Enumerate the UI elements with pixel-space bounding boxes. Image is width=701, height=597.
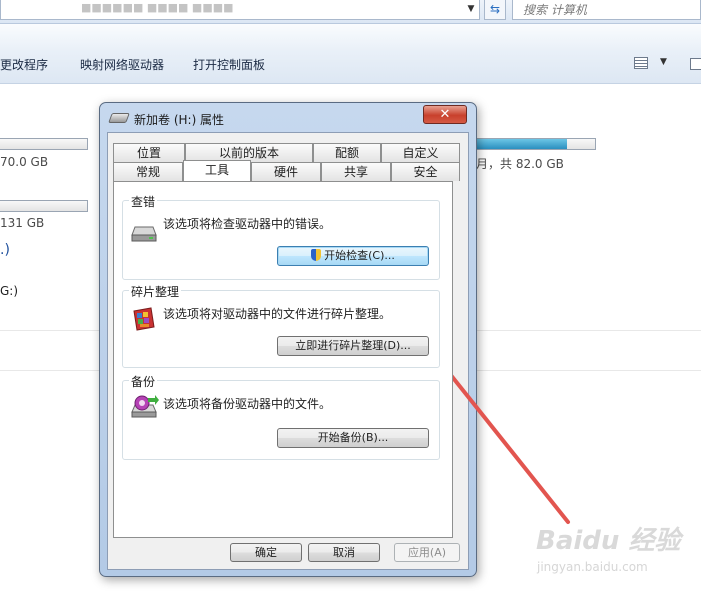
drive-size-text: 70.0 GB xyxy=(0,155,49,169)
view-options-icon[interactable] xyxy=(634,57,648,69)
tab-hardware[interactable]: 硬件 xyxy=(251,162,321,181)
tab-location[interactable]: 位置 xyxy=(113,143,185,162)
tab-quota[interactable]: 配额 xyxy=(313,143,381,162)
tab-security[interactable]: 安全 xyxy=(391,162,460,181)
group-description: 该选项将检查驱动器中的错误。 xyxy=(163,217,332,231)
cancel-button[interactable]: 取消 xyxy=(308,543,380,562)
tab-sharing[interactable]: 共享 xyxy=(321,162,391,181)
search-input[interactable]: 搜索 计算机 xyxy=(512,0,701,20)
drive-g-label[interactable]: G:) xyxy=(0,284,18,298)
properties-dialog: 新加卷 (H:) 属性 ✕ 位置 以前的版本 配额 自定义 常规 工具 硬件 共… xyxy=(99,102,477,577)
error-check-group: 查错 该选项将检查驱动器中的错误。 开始检查(C)... xyxy=(122,193,440,280)
group-description: 该选项将备份驱动器中的文件。 xyxy=(163,397,332,411)
command-toolbar: 更改程序 映射网络驱动器 打开控制面板 ▼ xyxy=(0,24,701,84)
drive-usage-bar xyxy=(0,138,88,150)
address-bar-strip: ■■■■■■ ■■■■ ■■■■ ▼ ⇆ 搜索 计算机 xyxy=(0,0,701,24)
hard-drive-icon xyxy=(131,226,157,242)
close-button[interactable]: ✕ xyxy=(423,105,467,124)
address-text: ■■■■■■ ■■■■ ■■■■ xyxy=(81,1,234,14)
chevron-down-icon[interactable]: ▼ xyxy=(660,57,667,67)
baidu-watermark-logo: Baidu 经验 xyxy=(536,526,681,556)
address-combo[interactable]: ■■■■■■ ■■■■ ■■■■ xyxy=(0,0,480,20)
defrag-icon xyxy=(133,307,155,331)
drive-usage-fill xyxy=(477,139,567,149)
backup-group: 备份 该选项将备份驱动器中的文件。 开始备份(B)... xyxy=(122,373,440,460)
group-title: 碎片整理 xyxy=(129,283,182,300)
ok-button[interactable]: 确定 xyxy=(230,543,302,562)
tab-tools[interactable]: 工具 xyxy=(183,160,251,181)
drive-size-text: 月，共 82.0 GB xyxy=(476,157,564,171)
search-placeholder: 搜索 计算机 xyxy=(523,3,587,17)
dialog-title: 新加卷 (H:) 属性 xyxy=(134,113,225,127)
open-control-panel-button[interactable]: 打开控制面板 xyxy=(193,56,265,73)
uninstall-program-button[interactable]: 更改程序 xyxy=(0,56,48,73)
dialog-client: 位置 以前的版本 配额 自定义 常规 工具 硬件 共享 安全 查错 该选项将检查… xyxy=(107,132,469,570)
preview-pane-icon[interactable] xyxy=(690,58,701,70)
backup-icon xyxy=(131,395,159,418)
tools-panel: 查错 该选项将检查驱动器中的错误。 开始检查(C)... 碎片整理 该选项将对驱… xyxy=(113,181,453,538)
defragment-now-button[interactable]: 立即进行碎片整理(D)... xyxy=(277,336,429,356)
start-check-button[interactable]: 开始检查(C)... xyxy=(277,246,429,266)
apply-button: 应用(A) xyxy=(394,543,460,562)
watermark: Baidu 经验 jingyan.baidu.com xyxy=(536,520,681,574)
start-backup-button[interactable]: 开始备份(B)... xyxy=(277,428,429,448)
tab-general[interactable]: 常规 xyxy=(113,162,183,181)
map-network-drive-button[interactable]: 映射网络驱动器 xyxy=(80,56,164,73)
group-title: 查错 xyxy=(129,193,158,210)
drive-icon xyxy=(108,113,130,123)
drive-usage-bar xyxy=(0,200,88,212)
chevron-down-icon[interactable]: ▼ xyxy=(464,0,478,20)
group-title: 备份 xyxy=(129,373,158,390)
uac-shield-icon xyxy=(311,249,322,261)
defrag-group: 碎片整理 该选项将对驱动器中的文件进行碎片整理。 立即进行碎片整理(D)... xyxy=(122,283,440,368)
group-heading: .) xyxy=(0,242,10,258)
drive-usage-bar xyxy=(476,138,596,150)
refresh-icon[interactable]: ⇆ xyxy=(484,0,506,20)
watermark-url: jingyan.baidu.com xyxy=(537,560,648,574)
drive-size-text: 131 GB xyxy=(0,216,45,230)
group-description: 该选项将对驱动器中的文件进行碎片整理。 xyxy=(163,307,392,321)
tab-customize[interactable]: 自定义 xyxy=(381,143,460,162)
start-check-label: 开始检查(C)... xyxy=(324,249,395,262)
